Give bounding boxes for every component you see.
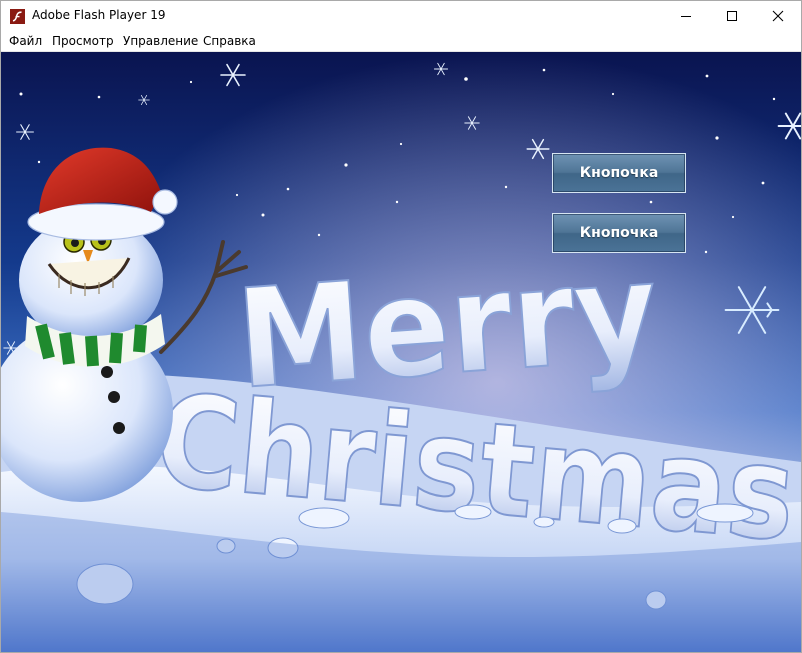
maximize-button[interactable] [709,1,755,31]
close-icon [772,10,784,22]
menu-file[interactable]: Файл [9,33,42,49]
menu-control[interactable]: Управление [123,33,198,49]
menu-view[interactable]: Просмотр [52,33,114,49]
flash-button-2[interactable]: Кнопочка [552,213,686,253]
window-title: Adobe Flash Player 19 [32,8,166,22]
app-window: Adobe Flash Player 19 Файл Просмотр Упра… [0,0,802,653]
menu-bar: Файл Просмотр Управление Справка [1,31,801,52]
christmas-scene: Merry Christmas [1,52,801,652]
minimize-button[interactable] [663,1,709,31]
menu-help[interactable]: Справка [203,33,256,49]
title-bar[interactable]: Adobe Flash Player 19 [1,1,801,31]
minimize-icon [681,16,691,17]
close-button[interactable] [755,1,801,31]
flash-player-icon [10,9,25,24]
flash-stage[interactable]: Merry Christmas Кнопочка Кнопочка [1,52,801,652]
maximize-icon [727,11,737,21]
flash-button-1[interactable]: Кнопочка [552,153,686,193]
